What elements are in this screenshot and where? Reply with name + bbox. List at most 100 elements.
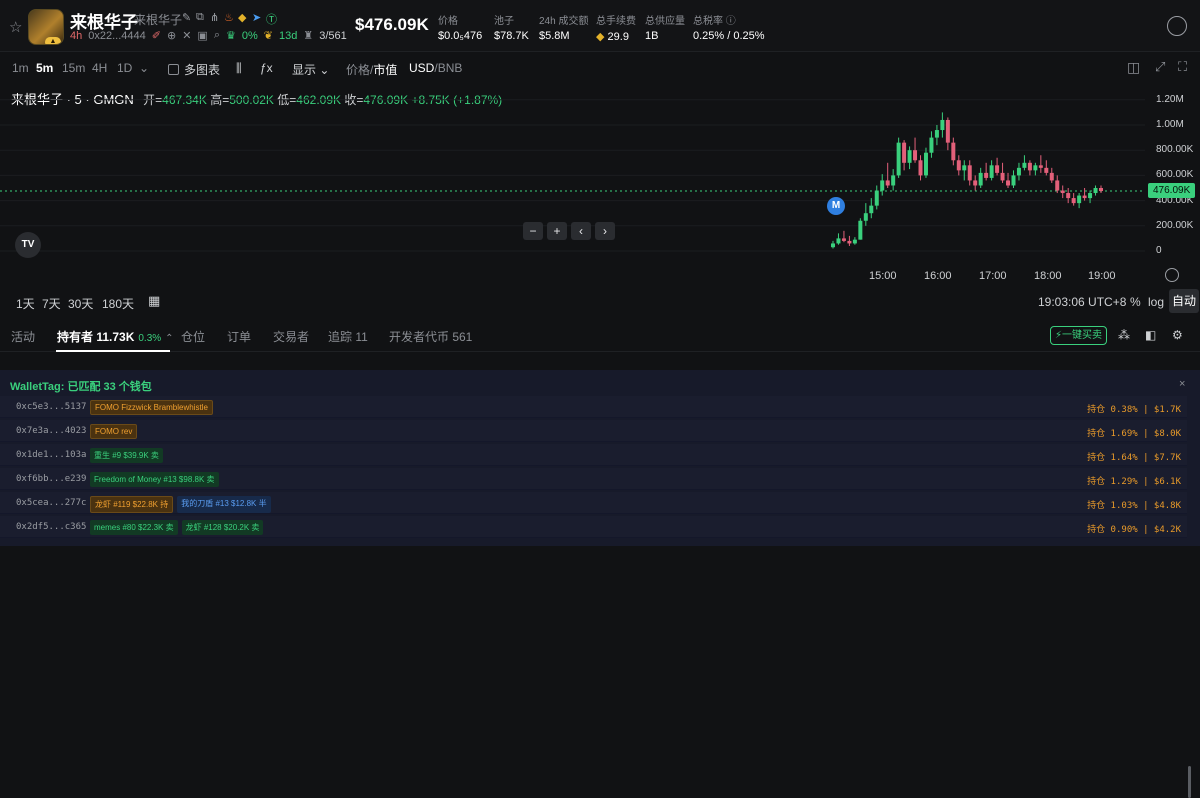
wallet-row[interactable]: 0x2df5...c365 memes #80 $22.3K 卖龙虾 #128 $…: [0, 516, 1187, 538]
candle-body: [1093, 188, 1098, 194]
tab-position[interactable]: 仓位: [181, 328, 205, 345]
candle-body: [863, 213, 868, 221]
display-dropdown[interactable]: 显示 ⌄: [292, 61, 329, 78]
pen-icon[interactable]: ✐: [152, 29, 161, 42]
star-icon[interactable]: ☆: [9, 18, 22, 36]
y-tick-label: 1.20M: [1156, 93, 1184, 105]
tab-holders[interactable]: 持有者 11.73K 0.3% ⌃: [57, 328, 174, 345]
wallet-address[interactable]: 0x2df5...c365: [16, 522, 86, 532]
candlestick-chart[interactable]: [0, 80, 1200, 290]
chat-icon[interactable]: ▣: [197, 29, 207, 42]
candle-body: [896, 142, 901, 176]
search-icon[interactable]: ⌕: [214, 29, 220, 42]
wallet-row[interactable]: 0x7e3a...4023 FOMO rev 持仓 1.69% | $8.0K: [0, 420, 1187, 442]
x-tick-label: 19:00: [1088, 270, 1116, 282]
x-icon[interactable]: ✕: [182, 29, 191, 42]
one-click-buy-button[interactable]: ⚡一键买卖: [1050, 326, 1107, 345]
token-address[interactable]: 0x22...4444: [88, 30, 146, 42]
candle-type-icon[interactable]: ⫼: [236, 61, 242, 76]
stat-tax: 总税率 ⓘ 0.25% / 0.25%: [693, 16, 765, 42]
wallet-tag[interactable]: 我的刀盾 #13 $12.8K 半: [177, 496, 271, 513]
alarm-clock-icon[interactable]: [1167, 16, 1187, 36]
edit-icon[interactable]: ✎: [182, 11, 191, 24]
wallet-tag[interactable]: 龙虾 #119 $22.8K 持: [90, 496, 174, 513]
wallet-tag[interactable]: 龙虾 #128 $20.2K 卖: [181, 520, 264, 535]
settings-icon[interactable]: [1165, 268, 1179, 282]
zoom-out-button[interactable]: −: [523, 222, 543, 240]
copy-icon[interactable]: ⧉: [196, 11, 204, 24]
chevron-down-icon[interactable]: ⌄: [139, 61, 149, 75]
share-icon[interactable]: ⋔: [210, 11, 219, 24]
y-tick-label: 200.00K: [1156, 219, 1194, 231]
globe-icon[interactable]: ⊕: [167, 29, 176, 42]
panel-icon[interactable]: ◧: [1145, 328, 1156, 342]
interval-1m[interactable]: 1m: [12, 61, 29, 75]
wallet-row[interactable]: 0xf6bb...e239 Freedom of Money #13 $98.8K…: [0, 468, 1187, 490]
wallet-address[interactable]: 0xf6bb...e239: [16, 474, 86, 484]
indicator-icon[interactable]: ƒx: [260, 61, 273, 75]
tab-activity[interactable]: 活动: [11, 328, 35, 345]
wallet-row[interactable]: 0x1de1...103a 重生 #9 $39.9K 卖 持仓 1.64% | $7…: [0, 444, 1187, 466]
range-30d[interactable]: 30天: [68, 295, 93, 312]
telegram-icon[interactable]: ➤: [252, 11, 261, 24]
candle-body: [1060, 190, 1065, 194]
wallet-holding: 持仓 1.29% | $6.1K: [1087, 477, 1181, 487]
bubble-map-icon[interactable]: ⁂: [1118, 328, 1130, 342]
wallet-tag[interactable]: Freedom of Money #13 $98.8K 卖: [90, 472, 219, 487]
chevron-up-icon[interactable]: ⌃: [165, 333, 173, 344]
range-bar: 1天 7天 30天 180天 ▦ 19:03:06 UTC+8 % log: [0, 291, 1200, 313]
scroll-right-button[interactable]: ›: [595, 222, 615, 240]
migration-badge[interactable]: M: [827, 197, 845, 215]
help-icon[interactable]: ⓘ: [726, 16, 736, 27]
interval-15m[interactable]: 15m: [62, 61, 85, 75]
current-price-tag: 476.09K: [1148, 183, 1196, 198]
wallet-tag[interactable]: memes #80 $22.3K 卖: [90, 520, 178, 535]
interval-1d[interactable]: 1D: [117, 61, 132, 75]
tab-tracking[interactable]: 追踪 11: [328, 328, 368, 345]
range-7d[interactable]: 7天: [42, 295, 61, 312]
tradingview-logo[interactable]: TV: [15, 232, 41, 258]
wallet-holding: 持仓 0.38% | $1.7K: [1087, 405, 1181, 415]
scroll-left-button[interactable]: ‹: [571, 222, 591, 240]
tab-orders[interactable]: 订单: [227, 328, 251, 345]
close-icon[interactable]: ×: [1179, 378, 1185, 390]
interval-4h[interactable]: 4H: [92, 61, 107, 75]
auto-scale-toggle[interactable]: 自动: [1169, 289, 1199, 313]
percent-toggle[interactable]: %: [1130, 295, 1141, 309]
wallet-address[interactable]: 0x1de1...103a: [16, 450, 86, 460]
candle-body: [962, 165, 967, 171]
chart-time: 19:03:06 UTC+8: [1038, 295, 1127, 309]
wallet-row[interactable]: 0x5cea...277c 龙虾 #119 $22.8K 持我的刀盾 #13 $1…: [0, 492, 1187, 514]
zoom-in-button[interactable]: +: [547, 222, 567, 240]
wallet-tag[interactable]: FOMO rev: [90, 424, 138, 439]
x-tick-label: 16:00: [924, 270, 952, 282]
candle-body: [1082, 195, 1087, 199]
log-toggle[interactable]: log: [1148, 295, 1164, 309]
range-180d[interactable]: 180天: [102, 295, 134, 312]
gear-icon[interactable]: ⚙: [1172, 328, 1183, 342]
price-mcap-toggle[interactable]: 价格/市值: [346, 61, 397, 78]
calendar-icon[interactable]: ▦: [148, 293, 160, 309]
wallet-address[interactable]: 0x7e3a...4023: [16, 426, 86, 436]
candle-body: [913, 150, 918, 161]
fullscreen-icon[interactable]: ⛶: [1178, 59, 1187, 75]
wallet-address[interactable]: 0x5cea...277c: [16, 498, 86, 508]
checkbox[interactable]: [168, 64, 179, 75]
wallet-tag[interactable]: 重生 #9 $39.9K 卖: [90, 448, 163, 463]
scrollbar[interactable]: [1188, 766, 1191, 798]
chef-icon: ♛: [225, 30, 236, 42]
expand-icon[interactable]: ⤢: [1155, 59, 1165, 75]
range-1d[interactable]: 1天: [16, 295, 35, 312]
interval-5m[interactable]: 5m: [36, 61, 53, 75]
candle-body: [1088, 193, 1093, 199]
candle-body: [1044, 167, 1049, 173]
wallet-row[interactable]: 0xc5e3...5137 FOMO Fizzwick Bramblewhistl…: [0, 396, 1187, 418]
wallet-address[interactable]: 0xc5e3...5137: [16, 402, 86, 412]
token-avatar[interactable]: ▲: [28, 9, 64, 45]
multi-chart-toggle[interactable]: 多图表: [168, 61, 220, 78]
currency-toggle[interactable]: USD/BNB: [409, 61, 462, 75]
tab-dev-tokens[interactable]: 开发者代币 561: [389, 328, 472, 345]
camera-icon[interactable]: ◫: [1127, 59, 1140, 76]
tab-traders[interactable]: 交易者: [273, 328, 309, 345]
wallet-tag[interactable]: FOMO Fizzwick Bramblewhistle: [90, 400, 213, 415]
